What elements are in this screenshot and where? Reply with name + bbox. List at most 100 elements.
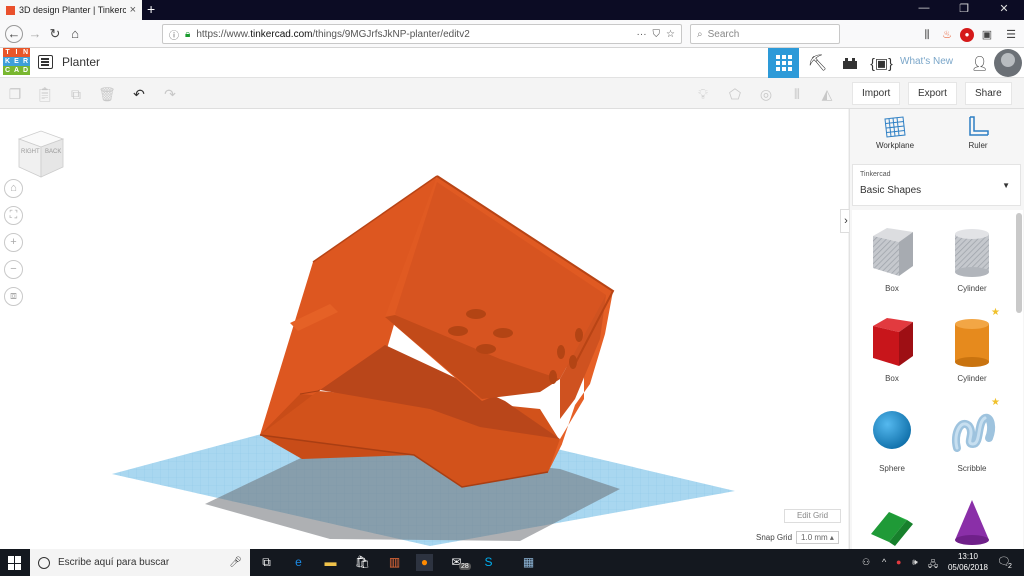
shape-icon[interactable]: ⬠ (726, 85, 744, 103)
paste-icon[interactable]: 📋︎ (36, 85, 54, 103)
library-name: Basic Shapes (860, 185, 922, 196)
bookmark-star-icon[interactable]: ☆ (666, 29, 675, 40)
home-view-icon[interactable]: ⌂ (4, 179, 23, 198)
shape-cone[interactable] (942, 494, 1002, 549)
new-tab-button[interactable]: + (147, 1, 155, 17)
minimize-icon[interactable]: — (904, 2, 944, 14)
export-button[interactable]: Export (908, 82, 957, 105)
taskbar-clock[interactable]: 13:10 05/06/2018 (946, 551, 990, 573)
mirror-icon[interactable]: ◭ (818, 85, 836, 103)
tinkercad-logo[interactable]: T I N K E R C A D (3, 48, 30, 75)
info-icon[interactable]: ⓘ (169, 27, 179, 42)
perspective-icon[interactable]: ⧈ (4, 287, 23, 306)
snap-grid-select[interactable]: 1.0 mm ▴ (796, 531, 839, 544)
design-title[interactable]: Planter (62, 55, 100, 69)
3d-view-grid-icon[interactable] (768, 48, 799, 78)
align-icon[interactable]: ⫴ (788, 85, 806, 103)
network-icon[interactable]: 🖧︎ (928, 557, 938, 573)
viewcube-right-label[interactable]: RIGHT (21, 149, 40, 155)
shape-box-hole[interactable]: Box (862, 224, 922, 293)
design-menu-icon[interactable] (38, 55, 53, 69)
taskbar-search-box[interactable]: Escribe aquí para buscar 🎤︎ (30, 549, 250, 576)
back-arrow-icon[interactable]: ← (5, 25, 23, 43)
windows-taskbar: Escribe aquí para buscar 🎤︎ ⧉ e ▬ 🛍︎ ▥ ●… (0, 549, 1024, 576)
light-bulb-icon[interactable]: 💡︎ (694, 85, 712, 103)
shape-sphere[interactable]: Sphere (862, 404, 922, 473)
shape-label: Scribble (957, 464, 987, 473)
home-icon[interactable]: ⌂ (66, 25, 84, 43)
pocket-icon[interactable]: ⛉ (653, 29, 661, 40)
windows-start-icon[interactable] (8, 556, 22, 570)
whats-new-link[interactable]: What's New (900, 56, 953, 67)
shape-label: Box (885, 284, 899, 293)
viewcube-back-label[interactable]: BACK (45, 149, 61, 155)
codeblocks-icon[interactable]: {▣} (866, 48, 897, 78)
3d-viewport[interactable]: RIGHT BACK ⌂ ⛶ + − ⧈ Edit Grid Snap Grid… (0, 109, 848, 549)
box-hole-icon (873, 228, 913, 276)
browser-search-field[interactable]: ⌕ Search (690, 24, 840, 44)
add-user-icon[interactable]: 👤︎ (964, 48, 995, 78)
browser-menu-icon[interactable]: ☰ (1004, 28, 1018, 42)
share-button[interactable]: Share (965, 82, 1012, 105)
forward-arrow-icon[interactable]: → (26, 25, 44, 43)
people-icon[interactable]: ⚇ (862, 557, 870, 568)
shapes-panel: Workplane Ruler Tinkercad Basic Shapes ▼… (849, 109, 1024, 549)
shape-grid: Box Cylinder Box Cylinder ★ Sphere Scrib… (852, 210, 1023, 549)
planter-object[interactable] (259, 175, 615, 488)
microphone-icon[interactable]: 🎤︎ (229, 557, 242, 568)
ruler-icon (969, 116, 989, 136)
avatar[interactable] (994, 49, 1022, 77)
browser-tab[interactable]: 3D design Planter | Tinkercad × (0, 0, 142, 20)
task-view-icon[interactable]: ⧉ (258, 554, 275, 571)
shape-roof[interactable] (862, 494, 922, 549)
extension-flame-icon[interactable]: ♨ (940, 28, 954, 42)
tab-close-icon[interactable]: × (130, 4, 136, 16)
workplane-tool[interactable]: Workplane (865, 115, 925, 150)
window-close-icon[interactable]: ✕ (984, 2, 1024, 15)
copy-icon[interactable]: ❐ (6, 85, 24, 103)
redo-icon[interactable]: ↷ (161, 85, 179, 103)
bricks-icon[interactable] (834, 48, 865, 78)
view-cube[interactable]: RIGHT BACK (15, 129, 67, 184)
zoom-in-icon[interactable]: + (4, 233, 23, 252)
store-icon[interactable]: 🛍︎ (354, 554, 371, 571)
roof-icon (871, 512, 913, 546)
undo-icon[interactable]: ↶ (130, 85, 148, 103)
zoom-out-icon[interactable]: − (4, 260, 23, 279)
cone-icon (955, 500, 989, 545)
edit-grid-button[interactable]: Edit Grid (784, 509, 841, 523)
url-text[interactable]: https://www.tinkercad.com/things/9MGJrfs… (196, 29, 630, 40)
shape-box[interactable]: Box (862, 314, 922, 383)
volume-icon[interactable]: 🕪︎ (912, 557, 918, 568)
photos-icon[interactable]: ▦ (520, 554, 537, 571)
cortana-icon (38, 556, 50, 569)
shape-scribble[interactable]: Scribble (942, 404, 1002, 473)
restore-icon[interactable]: ❐ (944, 2, 984, 15)
tray-red-icon[interactable]: ● (896, 557, 901, 567)
shape-cylinder[interactable]: Cylinder (942, 314, 1002, 383)
fit-view-icon[interactable]: ⛶ (4, 206, 23, 225)
ruler-tool[interactable]: Ruler (948, 115, 1008, 150)
pickaxe-icon[interactable]: ⛏ (802, 48, 833, 78)
sidebar-icon[interactable]: ▣ (980, 28, 994, 42)
delete-icon[interactable]: 🗑︎ (98, 85, 116, 103)
import-button[interactable]: Import (852, 82, 901, 105)
firefox-icon[interactable]: ● (416, 554, 433, 571)
shape-cylinder-hole[interactable]: Cylinder (942, 224, 1002, 293)
edge-icon[interactable]: e (290, 554, 307, 571)
reload-icon[interactable]: ↻ (46, 25, 64, 43)
shape-library-dropdown[interactable]: Tinkercad Basic Shapes ▼ (852, 164, 1021, 206)
duplicate-icon[interactable]: ⧉ (67, 85, 85, 103)
hole-icon[interactable]: ◎ (757, 85, 775, 103)
skype-icon[interactable]: S (480, 554, 497, 571)
tray-arrow-icon[interactable]: ^ (882, 557, 886, 567)
popcorn-icon[interactable]: ▥ (386, 554, 403, 571)
library-icon[interactable]: ⫼ (920, 28, 934, 42)
panel-scrollbar[interactable] (1016, 213, 1022, 313)
cylinder-hole-icon (955, 229, 989, 277)
extension-red-icon[interactable]: ● (960, 28, 974, 42)
ruler-label: Ruler (968, 141, 988, 150)
page-actions-icon[interactable]: ··· (637, 29, 647, 40)
file-explorer-icon[interactable]: ▬ (322, 554, 339, 571)
url-bar[interactable]: ⓘ 🔒︎ https://www.tinkercad.com/things/9M… (162, 24, 682, 44)
